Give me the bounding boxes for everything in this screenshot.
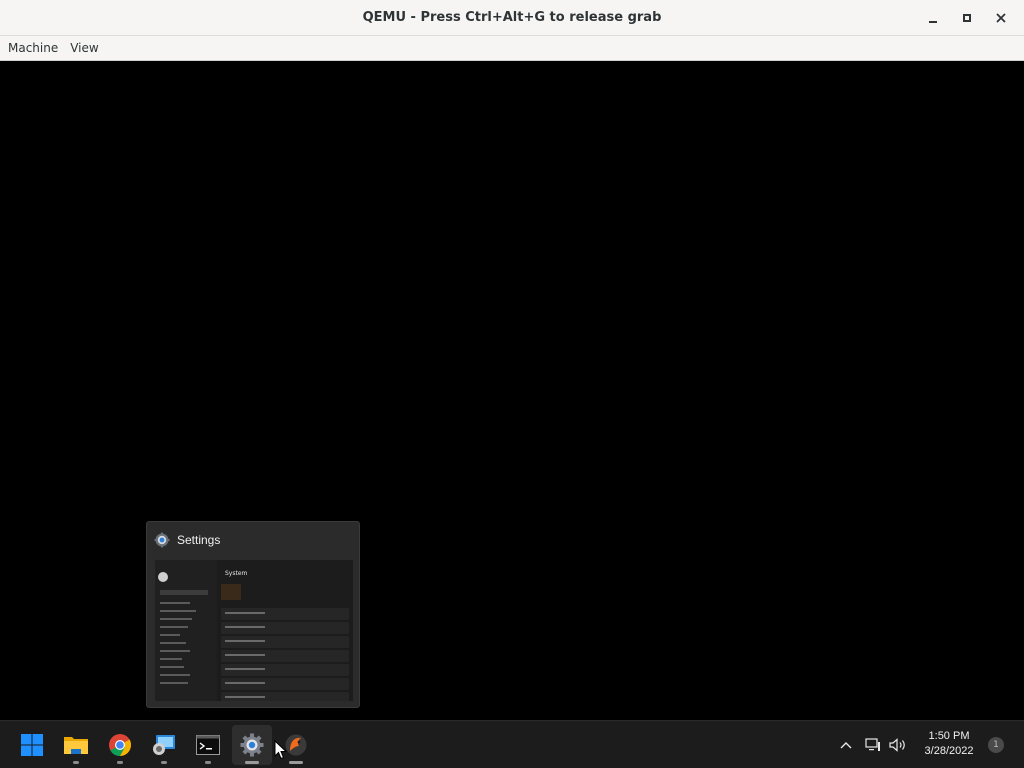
mouse-cursor-icon [274, 740, 288, 760]
remote-desktop-icon [153, 735, 175, 755]
avatar [158, 572, 168, 582]
thumbnail-nav-line [160, 658, 182, 660]
thumbnail-row [221, 650, 349, 662]
settings-window-thumbnail[interactable]: System [155, 560, 353, 701]
thumbnail-nav-line [160, 634, 180, 636]
running-indicator [73, 761, 79, 764]
terminal-icon [196, 735, 220, 755]
thumbnail-row [221, 622, 349, 634]
thumbnail-nav-line [160, 674, 190, 676]
start-button[interactable] [12, 725, 52, 765]
network-tray-button[interactable] [862, 721, 884, 768]
running-indicator [161, 761, 167, 764]
thumbnail-wallpaper [221, 584, 241, 600]
running-indicator [289, 761, 303, 764]
taskbar-terminal[interactable] [188, 725, 228, 765]
volume-icon [889, 738, 905, 752]
chevron-up-icon [840, 742, 852, 749]
taskbar-clock[interactable]: 1:50 PM 3/28/2022 [912, 729, 986, 759]
thumbnail-row [221, 678, 349, 690]
menu-view[interactable]: View [64, 36, 104, 61]
running-indicator [205, 761, 211, 764]
running-indicator [117, 761, 123, 764]
maximize-button[interactable] [950, 0, 984, 36]
taskbar-file-explorer[interactable] [56, 725, 96, 765]
thumbnail-nav-line [160, 666, 184, 668]
thumbnail-row [221, 692, 349, 701]
thumbnail-nav-line [160, 642, 186, 644]
thumbnail-search [160, 590, 208, 595]
thumbnail-nav-line [160, 610, 196, 612]
gear-icon [154, 532, 170, 548]
taskbar-chrome[interactable] [100, 725, 140, 765]
close-icon [996, 13, 1006, 23]
gear-icon [240, 733, 264, 757]
thumbnail-sidebar [155, 560, 215, 701]
taskbar-remote-desktop[interactable] [144, 725, 184, 765]
show-hidden-icons-button[interactable] [834, 721, 858, 768]
thumbnail-row [221, 636, 349, 648]
thumbnail-nav-line [160, 650, 190, 652]
thumbnail-heading: System [225, 570, 248, 577]
preview-header: Settings [147, 522, 359, 558]
thumbnail-nav-line [160, 682, 188, 684]
thumbnail-row [221, 608, 349, 620]
windows-logo-icon [21, 734, 43, 756]
window-title: QEMU - Press Ctrl+Alt+G to release grab [362, 10, 662, 25]
qemu-title-bar[interactable]: QEMU - Press Ctrl+Alt+G to release grab [0, 0, 1024, 36]
volume-tray-button[interactable] [886, 721, 910, 768]
clock-time: 1:50 PM [928, 730, 970, 742]
maximize-icon [963, 14, 971, 22]
preview-title: Settings [177, 533, 221, 547]
thumbnail-main: System [217, 560, 353, 701]
minimize-icon [929, 21, 937, 23]
chrome-icon [109, 734, 131, 756]
clock-date: 3/28/2022 [924, 745, 974, 757]
thumbnail-nav-line [160, 626, 188, 628]
notification-badge[interactable]: 1 [988, 737, 1004, 753]
menu-machine[interactable]: Machine [2, 36, 64, 61]
window-controls [916, 0, 1018, 36]
active-indicator [245, 761, 259, 764]
close-button[interactable] [984, 0, 1018, 36]
thumbnail-row [221, 664, 349, 676]
minimize-button[interactable] [916, 0, 950, 36]
settings-taskbar-preview[interactable]: Settings System [146, 521, 360, 708]
thumbnail-nav-line [160, 602, 190, 604]
network-icon [865, 738, 880, 751]
folder-icon [64, 737, 88, 754]
taskbar-settings[interactable] [232, 725, 272, 765]
thumbnail-nav-line [160, 618, 192, 620]
taskbar: 1:50 PM 3/28/2022 1 [0, 720, 1024, 768]
qemu-menu-bar: Machine View [0, 36, 1024, 61]
